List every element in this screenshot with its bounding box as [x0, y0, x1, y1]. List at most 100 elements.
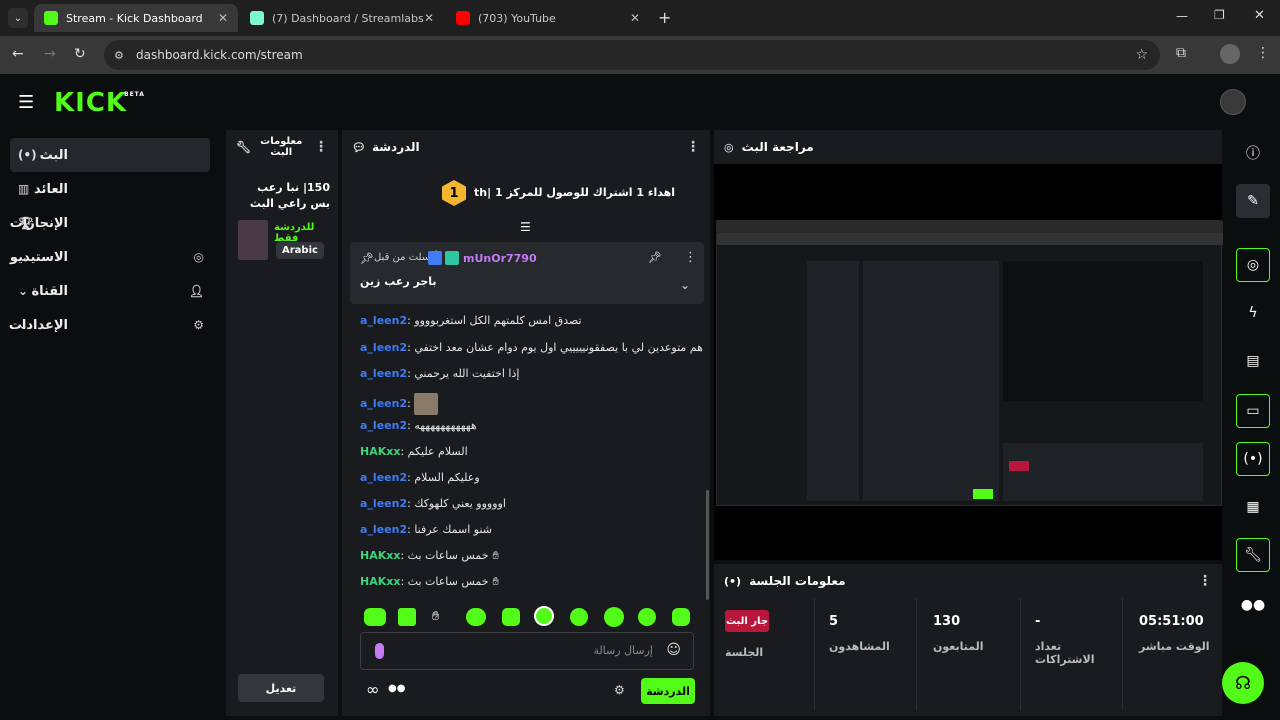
support-headset-icon[interactable]: ☊	[1222, 662, 1264, 704]
browser-menu-icon[interactable]: ⋮	[1256, 45, 1270, 61]
chat-menu-icon[interactable]: ⋮	[686, 139, 700, 155]
nav-item-stream[interactable]: (•) البث	[10, 138, 210, 172]
nav-item-studio[interactable]: ⌄ الاستيديو ◎	[10, 240, 210, 274]
chat-message: a_leen2: هههههههههههه	[360, 419, 477, 432]
session-toggle-icon[interactable]: (•)	[1236, 442, 1270, 476]
new-tab-icon[interactable]: +	[658, 8, 671, 27]
layout-icon[interactable]: ▦	[1236, 490, 1270, 524]
emote-button[interactable]	[604, 607, 624, 627]
chat-message: a_leen2: هم متوعدين لي با يصفقونيييييي ا…	[360, 341, 703, 354]
emote-button[interactable]	[466, 608, 486, 626]
kick-points-icon[interactable]: ●●	[1236, 588, 1270, 622]
stream-preview-video[interactable]	[714, 164, 1223, 560]
kick-favicon-icon	[44, 11, 58, 25]
microphone-icon[interactable]	[375, 643, 384, 659]
close-tab-icon[interactable]: ✕	[424, 11, 434, 25]
chat-message: a_leen2: إذا اختفيت الله يرحمني	[360, 367, 520, 380]
close-tab-icon[interactable]: ✕	[218, 11, 228, 25]
profile-avatar[interactable]	[1220, 44, 1240, 64]
close-tab-icon[interactable]: ✕	[630, 11, 640, 25]
tab-search-button[interactable]: ⌄	[8, 8, 28, 28]
browser-tab-streamlabs[interactable]: (7) Dashboard / Streamlabs ✕	[240, 4, 444, 32]
kick-logo[interactable]: KICK BETA	[54, 88, 144, 118]
nav-item-achievements[interactable]: 🏆︎ الإنجازات	[10, 206, 210, 240]
channel-users-icon: 👤︎	[188, 284, 204, 298]
emote-button[interactable]	[534, 606, 554, 626]
unpin-icon[interactable]: 📌︎	[648, 251, 662, 264]
pinned-text: باجر رعب زين	[360, 275, 437, 288]
chevron-down-icon[interactable]: ⌄	[680, 278, 690, 292]
emote-button[interactable]	[398, 608, 416, 626]
reload-icon[interactable]: ↻	[74, 46, 86, 62]
chat-input-box[interactable]: إرسال رسالة ☺	[360, 632, 694, 670]
address-bar[interactable]: ⚙ dashboard.kick.com/stream ☆	[104, 40, 1160, 70]
chat-message: HAKxx: السلام عليكم	[360, 445, 468, 458]
wrench-icon: 🔧︎	[236, 140, 252, 154]
session-menu-icon[interactable]: ⋮	[1198, 573, 1212, 589]
emote-button[interactable]	[638, 608, 656, 626]
emote-button[interactable]	[364, 608, 386, 626]
chevron-down-icon: ⌄	[18, 318, 29, 332]
session-title: معلومات الجلسة	[749, 574, 846, 588]
emote-image	[414, 393, 439, 415]
youtube-favicon-icon	[456, 11, 470, 25]
extensions-icon[interactable]: ⧉	[1176, 45, 1186, 61]
beta-label: BETA	[124, 91, 145, 98]
pinned-username[interactable]: mUnOr7790	[463, 252, 537, 265]
streamlabs-favicon-icon	[250, 11, 264, 25]
chat-toggle-icon[interactable]: ▭	[1236, 394, 1270, 428]
browser-tab-youtube[interactable]: (703) YouTube ✕	[446, 4, 650, 32]
back-icon[interactable]: ←	[12, 46, 24, 62]
notes-icon[interactable]: ▤	[1236, 344, 1270, 378]
minimize-icon[interactable]: —	[1176, 9, 1188, 23]
chat-filter-icon[interactable]: ☰	[520, 220, 531, 234]
forward-icon[interactable]: →	[44, 46, 56, 62]
pencil-icon[interactable]: ✎	[1236, 184, 1270, 218]
emoji-picker-icon[interactable]: ☺	[666, 642, 681, 658]
pinned-menu-icon[interactable]: ⋮	[684, 250, 697, 265]
preview-screen-capture	[716, 220, 1223, 506]
right-tool-rail: ⓘ ✎ ◎ ϟ ▤ ▭ (•) ▦ 🔧︎ ●● ☊	[1222, 130, 1280, 720]
stat-live-time: 05:51:00 الوقت مباشر	[1122, 598, 1222, 710]
stream-info-toggle-icon[interactable]: 🔧︎	[1236, 538, 1270, 572]
chat-message: HAKxx: خمس ساعات بث ✋︎	[360, 549, 499, 562]
revenue-chart-icon: ▥	[18, 182, 30, 196]
emote-button[interactable]: ✋︎	[432, 609, 439, 624]
broadcast-icon: (•)	[724, 574, 742, 588]
close-window-icon[interactable]: ✕	[1254, 8, 1265, 23]
chat-message: a_leen2: شنو اسمك عرفنا	[360, 523, 492, 536]
user-avatar[interactable]	[1220, 89, 1246, 115]
bookmark-star-icon[interactable]: ☆	[1135, 47, 1148, 63]
category-thumbnail	[238, 220, 268, 260]
site-info-icon[interactable]: ⚙	[114, 49, 124, 62]
restore-icon[interactable]: ❐	[1214, 8, 1225, 22]
kick-points-icon[interactable]: ●●	[388, 683, 405, 694]
browser-tab-kick[interactable]: Stream - Kick Dashboard ✕	[34, 4, 238, 32]
emote-button[interactable]	[502, 608, 520, 626]
preview-icon: ◎	[724, 140, 734, 154]
emote-button[interactable]	[672, 608, 690, 626]
moderator-badge-icon	[428, 251, 442, 265]
emote-button[interactable]	[570, 608, 588, 626]
kick-header: ☰ KICK BETA	[0, 74, 1280, 130]
hands-emote-icon: ✋︎	[492, 549, 499, 562]
category-label[interactable]: للدردشة فقط	[274, 222, 338, 244]
edit-stream-button[interactable]: تعديل	[238, 674, 324, 702]
stream-info-menu-icon[interactable]: ⋮	[314, 139, 328, 155]
chat-input-placeholder: إرسال رسالة	[593, 644, 653, 657]
info-icon[interactable]: ⓘ	[1236, 136, 1270, 170]
preview-toggle-icon[interactable]: ◎	[1236, 248, 1270, 282]
nav-item-settings[interactable]: ⌄ الإعدادات ⚙	[9, 308, 210, 342]
nav-item-channel[interactable]: ⌄ القناة 👤︎	[10, 274, 210, 308]
lightning-icon[interactable]: ϟ	[1236, 296, 1270, 330]
chat-scrollbar[interactable]	[706, 490, 709, 600]
infinity-icon[interactable]: ∞	[366, 680, 379, 699]
chat-settings-gear-icon[interactable]: ⚙	[614, 683, 625, 697]
session-label: الجلسة	[725, 646, 764, 659]
send-chat-button[interactable]: الدردشة	[641, 678, 695, 704]
studio-icon: ◎	[193, 250, 204, 264]
nav-item-revenue[interactable]: ▥ العائد	[10, 172, 210, 206]
hamburger-menu-icon[interactable]: ☰	[18, 92, 34, 113]
stream-preview-header: ◎ مراجعة البث	[714, 130, 1222, 164]
stream-info-panel: 🔧︎ معلومات البث ⋮ 150| نبا رعب بس راعي ا…	[226, 130, 338, 716]
